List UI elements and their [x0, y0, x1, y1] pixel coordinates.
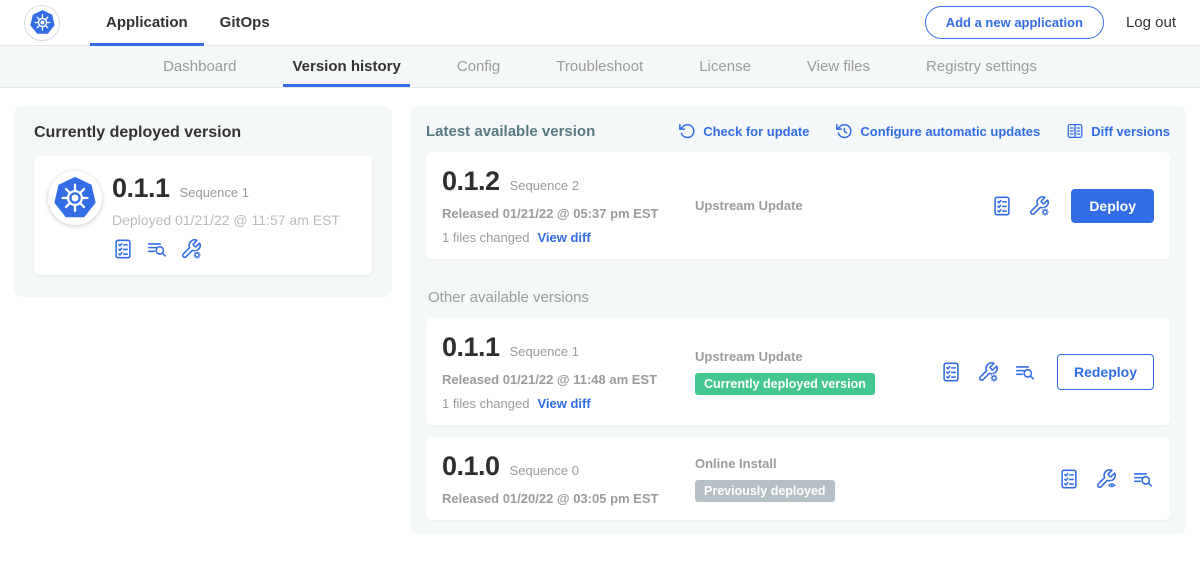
edit-config-icon[interactable] — [180, 238, 202, 260]
previously-deployed-badge: Previously deployed — [695, 480, 835, 502]
subnav-tab-license-label: License — [699, 58, 751, 75]
deployed-timestamp: Deployed 01/21/22 @ 11:57 am EST — [112, 212, 340, 228]
deployed-sequence-label: Sequence 1 — [180, 185, 249, 200]
deploy-button[interactable]: Deploy — [1071, 189, 1154, 223]
version-source-label: Upstream Update — [695, 198, 991, 213]
tab-gitops-label: GitOps — [220, 14, 270, 31]
released-timestamp: Released 01/21/22 @ 05:37 pm EST — [442, 206, 695, 221]
currently-deployed-title: Currently deployed version — [34, 124, 372, 142]
version-history-panel: Latest available version Check for updat… — [410, 106, 1186, 534]
release-notes-icon[interactable] — [991, 195, 1013, 217]
app-subnav: Dashboard Version history Config Trouble… — [0, 46, 1200, 88]
deploy-logs-icon[interactable] — [1132, 468, 1154, 490]
subnav-tab-dashboard[interactable]: Dashboard — [163, 46, 236, 87]
subnav-tab-troubleshoot[interactable]: Troubleshoot — [556, 46, 643, 87]
subnav-tab-dashboard-label: Dashboard — [163, 58, 236, 75]
version-source-label: Upstream Update — [695, 349, 940, 364]
release-notes-icon[interactable] — [940, 361, 962, 383]
edit-config-icon[interactable] — [1028, 195, 1050, 217]
deployed-version-number: 0.1.1 — [112, 173, 170, 204]
tab-application[interactable]: Application — [90, 0, 204, 46]
tab-gitops[interactable]: GitOps — [204, 0, 286, 46]
subnav-tab-version-history-label: Version history — [292, 58, 400, 75]
view-config-icon[interactable] — [1095, 468, 1117, 490]
sequence-label: Sequence 0 — [510, 463, 579, 478]
subnav-tab-version-history[interactable]: Version history — [292, 46, 400, 87]
subnav-tab-view-files[interactable]: View files — [807, 46, 870, 87]
version-number: 0.1.2 — [442, 166, 500, 197]
subnav-tab-registry-settings-label: Registry settings — [926, 58, 1037, 75]
files-changed-label: 1 files changed — [442, 230, 529, 245]
other-available-versions-title: Other available versions — [428, 289, 1170, 306]
version-number: 0.1.1 — [442, 332, 500, 363]
kubernetes-logo-icon — [29, 9, 56, 36]
currently-deployed-card: 0.1.1 Sequence 1 Deployed 01/21/22 @ 11:… — [34, 156, 372, 275]
subnav-tab-config-label: Config — [457, 58, 500, 75]
check-for-update-label: Check for update — [703, 124, 809, 139]
sequence-label: Sequence 1 — [510, 344, 579, 359]
add-application-button[interactable]: Add a new application — [925, 6, 1104, 39]
sequence-label: Sequence 2 — [510, 178, 579, 193]
kubernetes-logo-icon — [52, 175, 98, 221]
configure-automatic-updates-label: Configure automatic updates — [860, 124, 1040, 139]
currently-deployed-panel: Currently deployed version 0.1.1 Sequenc… — [14, 106, 392, 297]
subnav-tab-view-files-label: View files — [807, 58, 870, 75]
version-number: 0.1.0 — [442, 451, 500, 482]
released-timestamp: Released 01/21/22 @ 11:48 am EST — [442, 372, 695, 387]
main-content: Currently deployed version 0.1.1 Sequenc… — [0, 88, 1200, 534]
currently-deployed-badge: Currently deployed version — [695, 373, 875, 395]
version-source-label: Online Install — [695, 456, 1058, 471]
app-logo — [24, 5, 60, 41]
top-nav-right: Add a new application Log out — [925, 6, 1176, 39]
configure-automatic-updates-link[interactable]: Configure automatic updates — [835, 122, 1040, 140]
version-card-0-1-1: 0.1.1 Sequence 1 Released 01/21/22 @ 11:… — [426, 318, 1170, 425]
subnav-tab-registry-settings[interactable]: Registry settings — [926, 46, 1037, 87]
diff-versions-label: Diff versions — [1091, 124, 1170, 139]
release-notes-icon[interactable] — [1058, 468, 1080, 490]
subnav-tab-config[interactable]: Config — [457, 46, 500, 87]
files-changed-label: 1 files changed — [442, 396, 529, 411]
latest-available-title: Latest available version — [426, 123, 595, 140]
update-actions: Check for update Configure automatic upd… — [678, 122, 1170, 140]
deploy-logs-icon[interactable] — [1014, 361, 1036, 383]
view-diff-link[interactable]: View diff — [537, 396, 590, 411]
tab-application-label: Application — [106, 14, 188, 31]
version-card-0-1-0: 0.1.0 Sequence 0 Released 01/20/22 @ 03:… — [426, 437, 1170, 520]
deploy-logs-icon[interactable] — [146, 238, 168, 260]
app-logo-large — [48, 171, 102, 225]
refresh-icon — [678, 122, 696, 140]
redeploy-button[interactable]: Redeploy — [1057, 354, 1154, 390]
edit-config-icon[interactable] — [977, 361, 999, 383]
diff-icon — [1066, 122, 1084, 140]
version-card-0-1-2: 0.1.2 Sequence 2 Released 01/21/22 @ 05:… — [426, 152, 1170, 259]
logout-button[interactable]: Log out — [1126, 14, 1176, 31]
auto-update-icon — [835, 122, 853, 140]
release-notes-icon[interactable] — [112, 238, 134, 260]
subnav-tab-troubleshoot-label: Troubleshoot — [556, 58, 643, 75]
released-timestamp: Released 01/20/22 @ 03:05 pm EST — [442, 491, 695, 506]
check-for-update-link[interactable]: Check for update — [678, 122, 809, 140]
top-navbar: Application GitOps Add a new application… — [0, 0, 1200, 46]
diff-versions-link[interactable]: Diff versions — [1066, 122, 1170, 140]
view-diff-link[interactable]: View diff — [537, 230, 590, 245]
subnav-tab-license[interactable]: License — [699, 46, 751, 87]
top-nav-tabs: Application GitOps — [90, 0, 286, 46]
